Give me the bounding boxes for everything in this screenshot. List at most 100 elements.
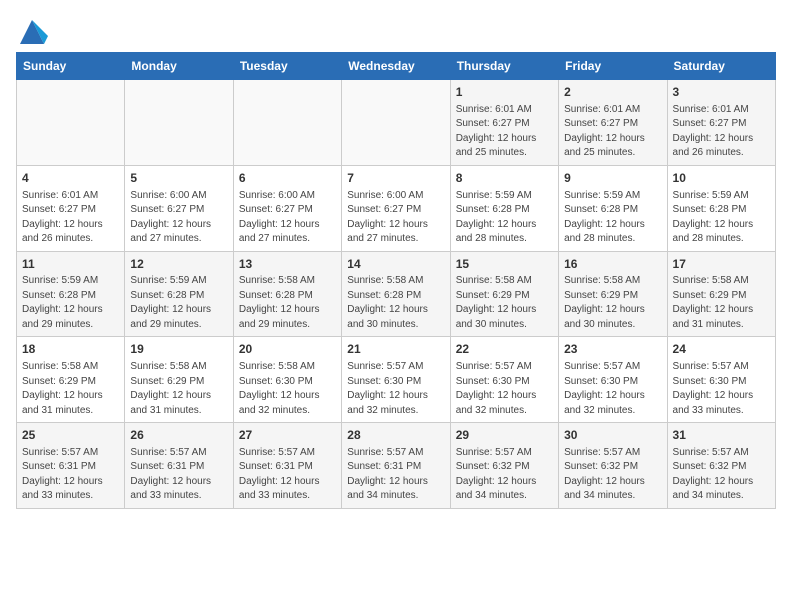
- day-info: Sunrise: 5:57 AM Sunset: 6:30 PM Dayligh…: [564, 360, 661, 418]
- weekday-header-wednesday: Wednesday: [342, 53, 450, 80]
- calendar-cell: [125, 80, 233, 166]
- weekday-header-thursday: Thursday: [450, 53, 558, 80]
- calendar-week-row: 1 Sunrise: 6:01 AM Sunset: 6:27 PM Daylig…: [17, 80, 776, 166]
- day-number: 25: [22, 427, 119, 444]
- day-number: 15: [456, 256, 553, 273]
- day-info: Sunrise: 5:58 AM Sunset: 6:29 PM Dayligh…: [564, 274, 661, 332]
- day-number: 14: [347, 256, 444, 273]
- calendar-cell: 15Sunrise: 5:58 AM Sunset: 6:29 PM Dayli…: [450, 251, 558, 337]
- day-info: Sunrise: 6:01 AM Sunset: 6:27 PM Dayligh…: [456, 103, 553, 161]
- logo-icon: [16, 16, 44, 44]
- day-info: Sunrise: 5:59 AM Sunset: 6:28 PM Dayligh…: [673, 189, 770, 247]
- day-number: 29: [456, 427, 553, 444]
- day-number: 19: [130, 341, 227, 358]
- calendar-cell: 21 Sunrise: 5:57 AM Sunset: 6:30 PM Dayli…: [342, 337, 450, 423]
- weekday-header-friday: Friday: [559, 53, 667, 80]
- calendar-cell: 2 Sunrise: 6:01 AM Sunset: 6:27 PM Daylig…: [559, 80, 667, 166]
- calendar-cell: 22 Sunrise: 5:57 AM Sunset: 6:30 PM Dayli…: [450, 337, 558, 423]
- calendar-cell: 4 Sunrise: 6:01 AM Sunset: 6:27 PM Daylig…: [17, 165, 125, 251]
- calendar-cell: 23 Sunrise: 5:57 AM Sunset: 6:30 PM Dayli…: [559, 337, 667, 423]
- page-header: [16, 16, 776, 44]
- day-info: Sunrise: 5:58 AM Sunset: 6:28 PM Dayligh…: [347, 274, 444, 332]
- day-number: 6: [239, 170, 336, 187]
- day-number: 20: [239, 341, 336, 358]
- calendar-cell: 20 Sunrise: 5:58 AM Sunset: 6:30 PM Dayli…: [233, 337, 341, 423]
- calendar-cell: 17Sunrise: 5:58 AM Sunset: 6:29 PM Dayli…: [667, 251, 775, 337]
- day-number: 1: [456, 84, 553, 101]
- logo: [16, 16, 48, 44]
- day-number: 27: [239, 427, 336, 444]
- calendar-cell: 24Sunrise: 5:57 AM Sunset: 6:30 PM Dayli…: [667, 337, 775, 423]
- calendar-cell: 11Sunrise: 5:59 AM Sunset: 6:28 PM Dayli…: [17, 251, 125, 337]
- day-number: 4: [22, 170, 119, 187]
- day-info: Sunrise: 5:58 AM Sunset: 6:29 PM Dayligh…: [22, 360, 119, 418]
- calendar-cell: 9Sunrise: 5:59 AM Sunset: 6:28 PM Daylig…: [559, 165, 667, 251]
- calendar-cell: 31 Sunrise: 5:57 AM Sunset: 6:32 PM Dayli…: [667, 423, 775, 509]
- calendar-cell: 16Sunrise: 5:58 AM Sunset: 6:29 PM Dayli…: [559, 251, 667, 337]
- day-info: Sunrise: 5:57 AM Sunset: 6:32 PM Dayligh…: [456, 446, 553, 504]
- calendar-cell: [233, 80, 341, 166]
- day-info: Sunrise: 6:01 AM Sunset: 6:27 PM Dayligh…: [22, 189, 119, 247]
- calendar-week-row: 11 Sunrise: 5:59 AM Sunset: 6:28 PM Dayli…: [17, 251, 776, 337]
- day-info: Sunrise: 6:01 AM Sunset: 6:27 PM Dayligh…: [673, 103, 770, 161]
- calendar-cell: 28 Sunrise: 5:57 AM Sunset: 6:31 PM Dayli…: [342, 423, 450, 509]
- calendar-cell: 12Sunrise: 5:59 AM Sunset: 6:28 PM Dayli…: [125, 251, 233, 337]
- day-number: 10: [673, 170, 770, 187]
- weekday-header-sunday: Sunday: [17, 53, 125, 80]
- calendar-table: SundayMondayTuesdayWednesdayThursdayFrid…: [16, 52, 776, 509]
- day-info: Sunrise: 5:57 AM Sunset: 6:30 PM Dayligh…: [347, 360, 444, 418]
- day-number: 28: [347, 427, 444, 444]
- weekday-header-saturday: Saturday: [667, 53, 775, 80]
- weekday-header-row: SundayMondayTuesdayWednesdayThursdayFrid…: [17, 53, 776, 80]
- day-number: 17: [673, 256, 770, 273]
- day-info: Sunrise: 6:00 AM Sunset: 6:27 PM Dayligh…: [239, 189, 336, 247]
- day-number: 12: [130, 256, 227, 273]
- day-number: 3: [673, 84, 770, 101]
- day-number: 2: [564, 84, 661, 101]
- day-info: Sunrise: 5:58 AM Sunset: 6:28 PM Dayligh…: [239, 274, 336, 332]
- calendar-cell: 27 Sunrise: 5:57 AM Sunset: 6:31 PM Dayli…: [233, 423, 341, 509]
- day-info: Sunrise: 6:00 AM Sunset: 6:27 PM Dayligh…: [130, 189, 227, 247]
- weekday-header-tuesday: Tuesday: [233, 53, 341, 80]
- day-info: Sunrise: 6:01 AM Sunset: 6:27 PM Dayligh…: [564, 103, 661, 161]
- calendar-cell: 25Sunrise: 5:57 AM Sunset: 6:31 PM Dayli…: [17, 423, 125, 509]
- day-info: Sunrise: 5:59 AM Sunset: 6:28 PM Dayligh…: [130, 274, 227, 332]
- day-number: 5: [130, 170, 227, 187]
- day-number: 16: [564, 256, 661, 273]
- calendar-cell: 14Sunrise: 5:58 AM Sunset: 6:28 PM Dayli…: [342, 251, 450, 337]
- calendar-week-row: 18 Sunrise: 5:58 AM Sunset: 6:29 PM Dayli…: [17, 337, 776, 423]
- day-number: 21: [347, 341, 444, 358]
- calendar-week-row: 4 Sunrise: 6:01 AM Sunset: 6:27 PM Daylig…: [17, 165, 776, 251]
- day-number: 11: [22, 256, 119, 273]
- day-number: 23: [564, 341, 661, 358]
- calendar-cell: 5 Sunrise: 6:00 AM Sunset: 6:27 PM Daylig…: [125, 165, 233, 251]
- calendar-cell: 1 Sunrise: 6:01 AM Sunset: 6:27 PM Daylig…: [450, 80, 558, 166]
- day-info: Sunrise: 5:58 AM Sunset: 6:29 PM Dayligh…: [130, 360, 227, 418]
- day-info: Sunrise: 5:58 AM Sunset: 6:30 PM Dayligh…: [239, 360, 336, 418]
- day-info: Sunrise: 5:57 AM Sunset: 6:31 PM Dayligh…: [130, 446, 227, 504]
- day-info: Sunrise: 5:58 AM Sunset: 6:29 PM Dayligh…: [673, 274, 770, 332]
- day-number: 22: [456, 341, 553, 358]
- day-info: Sunrise: 5:57 AM Sunset: 6:32 PM Dayligh…: [673, 446, 770, 504]
- weekday-header-monday: Monday: [125, 53, 233, 80]
- day-number: 18: [22, 341, 119, 358]
- calendar-cell: 7 Sunrise: 6:00 AM Sunset: 6:27 PM Daylig…: [342, 165, 450, 251]
- day-number: 26: [130, 427, 227, 444]
- day-number: 31: [673, 427, 770, 444]
- day-info: Sunrise: 5:58 AM Sunset: 6:29 PM Dayligh…: [456, 274, 553, 332]
- calendar-cell: 13Sunrise: 5:58 AM Sunset: 6:28 PM Dayli…: [233, 251, 341, 337]
- day-info: Sunrise: 5:57 AM Sunset: 6:31 PM Dayligh…: [239, 446, 336, 504]
- day-number: 13: [239, 256, 336, 273]
- day-number: 24: [673, 341, 770, 358]
- day-number: 8: [456, 170, 553, 187]
- calendar-week-row: 25 Sunrise: 5:57 AM Sunset: 6:31 PM Dayli…: [17, 423, 776, 509]
- calendar-cell: 29 Sunrise: 5:57 AM Sunset: 6:32 PM Dayli…: [450, 423, 558, 509]
- day-info: Sunrise: 5:59 AM Sunset: 6:28 PM Dayligh…: [456, 189, 553, 247]
- day-info: Sunrise: 5:57 AM Sunset: 6:31 PM Dayligh…: [347, 446, 444, 504]
- day-number: 7: [347, 170, 444, 187]
- calendar-cell: 18 Sunrise: 5:58 AM Sunset: 6:29 PM Dayli…: [17, 337, 125, 423]
- day-info: Sunrise: 6:00 AM Sunset: 6:27 PM Dayligh…: [347, 189, 444, 247]
- day-info: Sunrise: 5:57 AM Sunset: 6:30 PM Dayligh…: [456, 360, 553, 418]
- calendar-cell: 26 Sunrise: 5:57 AM Sunset: 6:31 PM Dayli…: [125, 423, 233, 509]
- day-info: Sunrise: 5:57 AM Sunset: 6:32 PM Dayligh…: [564, 446, 661, 504]
